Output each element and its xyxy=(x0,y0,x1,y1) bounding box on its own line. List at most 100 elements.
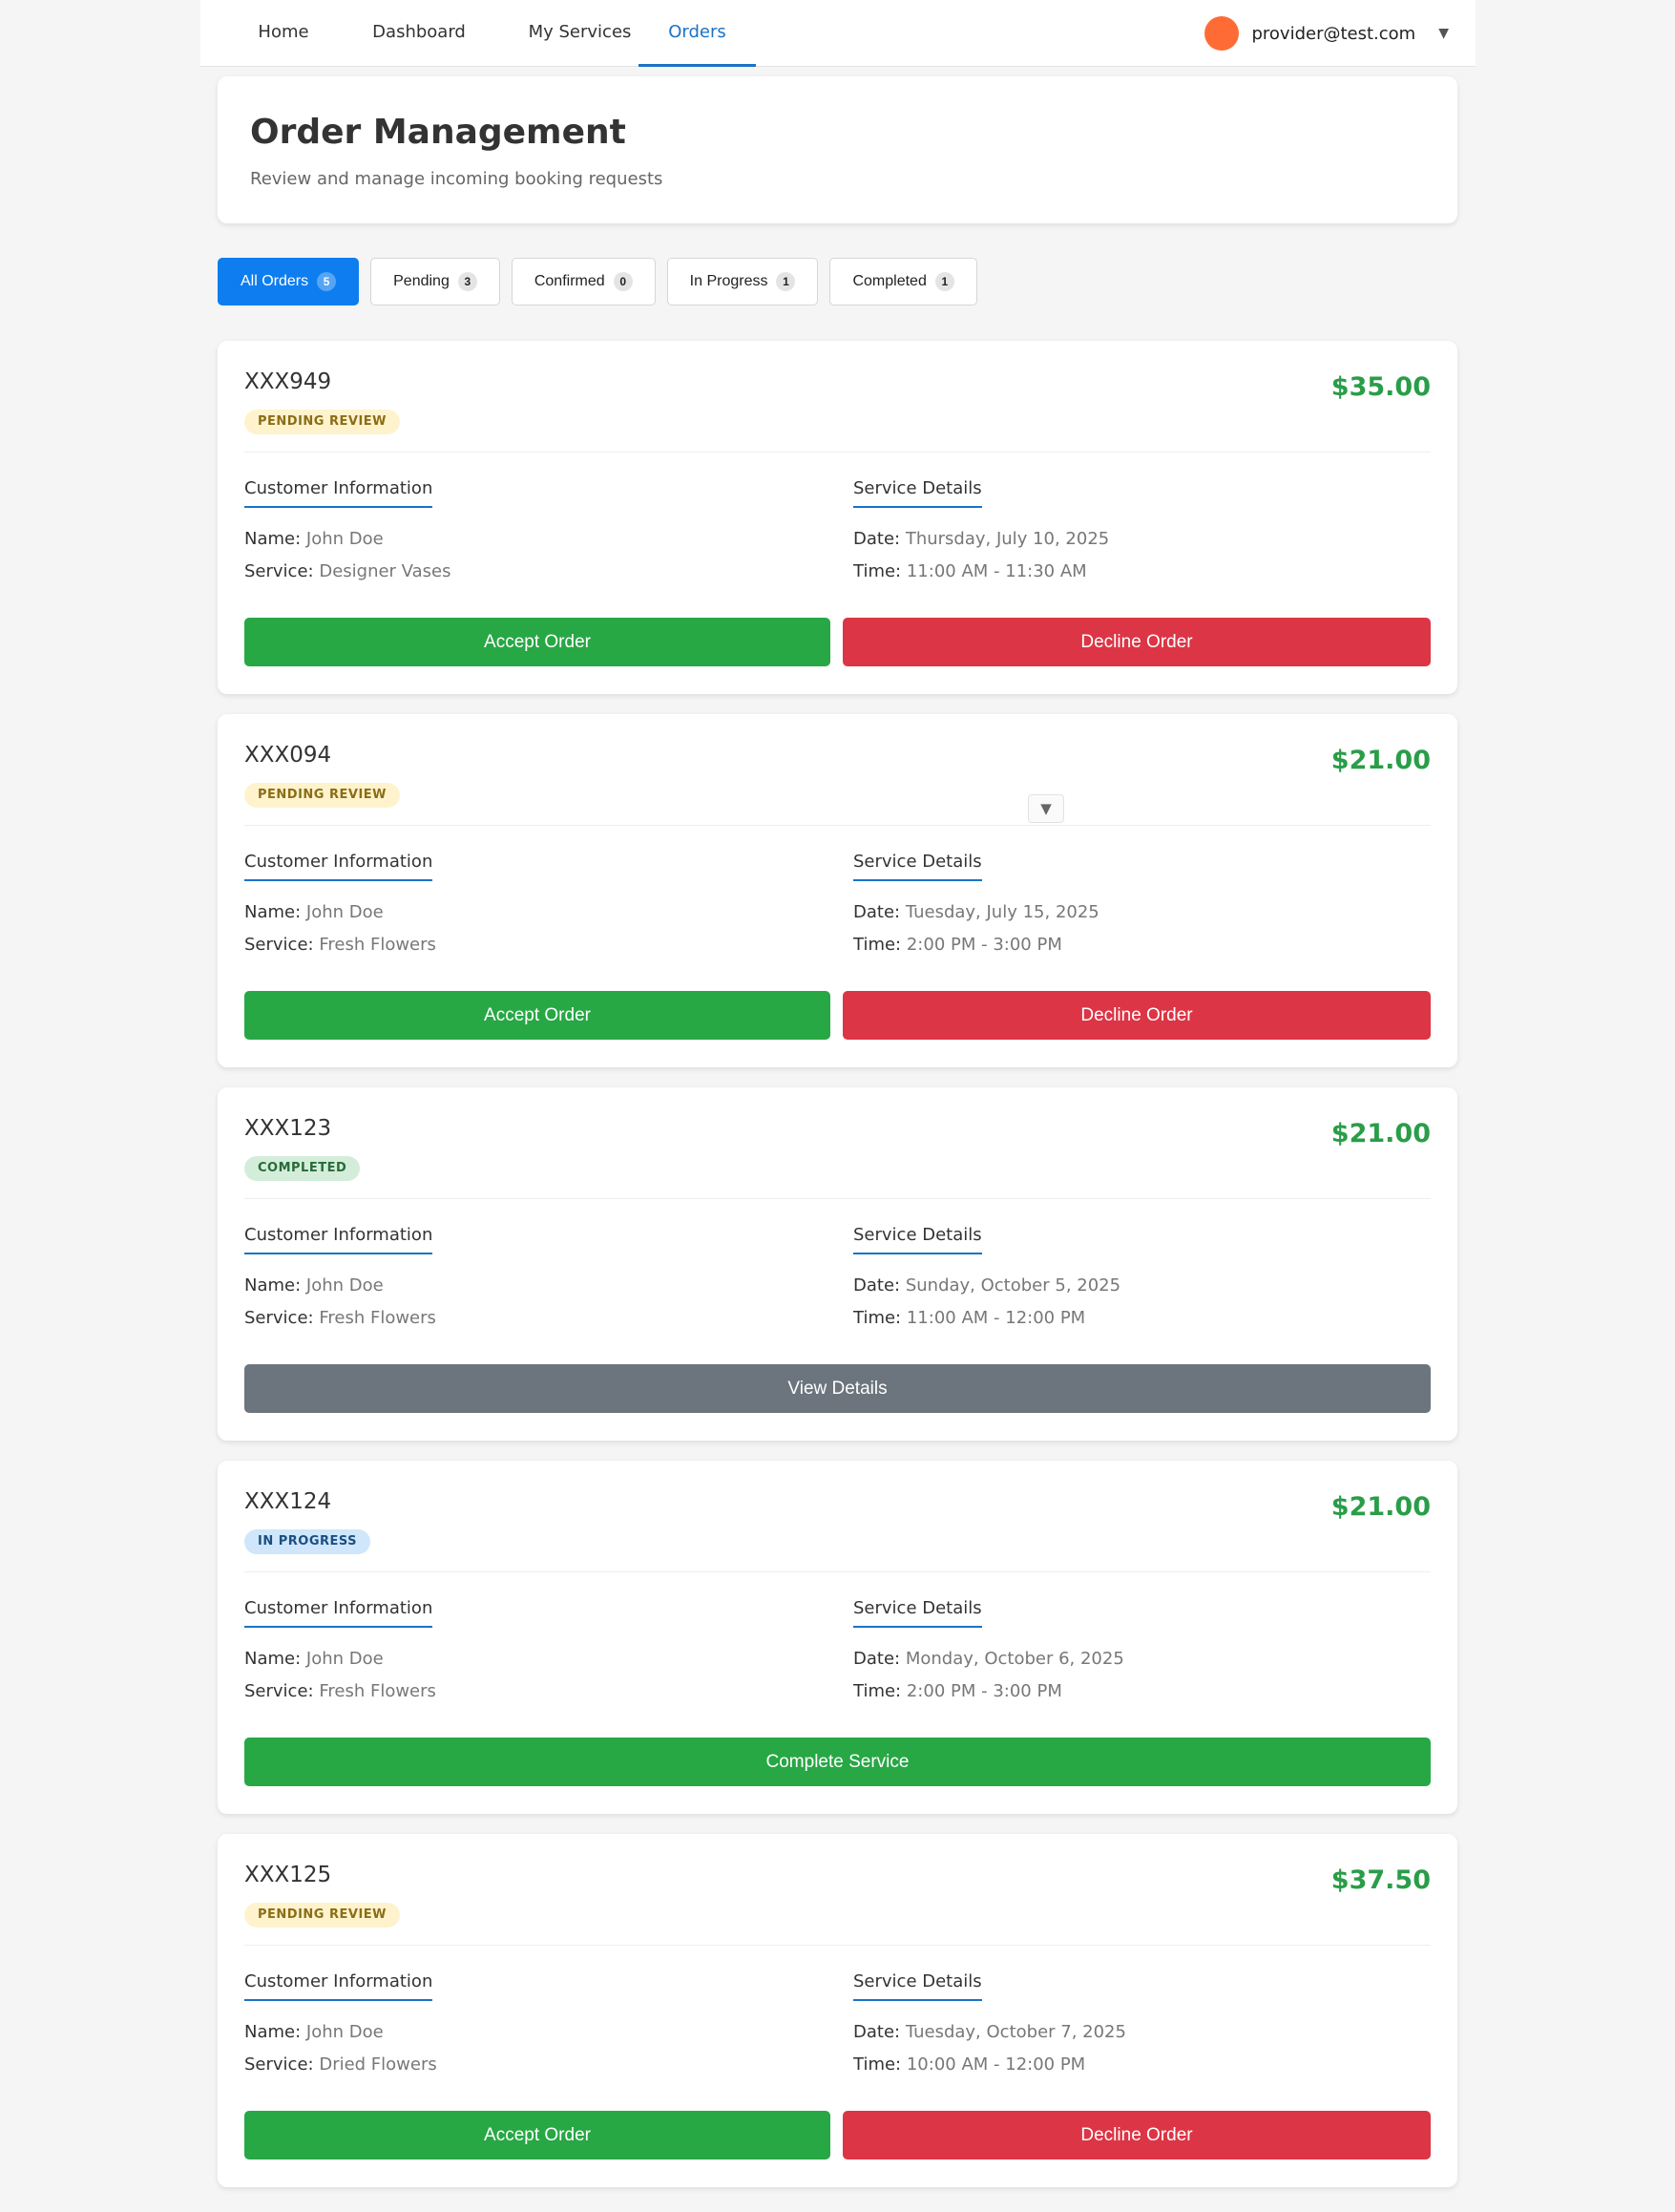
page-title: Order Management xyxy=(250,113,626,152)
customer-info-heading: Customer Information xyxy=(244,852,433,881)
customer-service: Service: Dried Flowers xyxy=(244,2054,437,2075)
order-price: $21.00 xyxy=(1330,746,1431,775)
card-divider xyxy=(244,825,1431,826)
tab-count-badge: 5 xyxy=(317,272,337,291)
name-value: John Doe xyxy=(305,1275,384,1296)
decline-order-button[interactable]: Decline Order xyxy=(843,618,1431,666)
status-badge: IN PROGRESS xyxy=(244,1529,371,1554)
tab-label: In Progress xyxy=(689,273,768,289)
complete-service-button[interactable]: Complete Service xyxy=(244,1738,1431,1786)
date-value: Sunday, October 5, 2025 xyxy=(905,1275,1121,1296)
time-label: Time: xyxy=(853,935,902,955)
date-value: Tuesday, October 7, 2025 xyxy=(905,2022,1126,2042)
date-label: Date: xyxy=(853,1275,901,1296)
name-value: John Doe xyxy=(305,529,384,549)
nav-orders[interactable]: Orders xyxy=(639,0,756,67)
avatar xyxy=(1204,16,1240,51)
order-price: $37.50 xyxy=(1330,1865,1431,1895)
customer-info-heading: Customer Information xyxy=(244,1225,433,1254)
name-value: John Doe xyxy=(305,902,384,922)
customer-service: Service: Fresh Flowers xyxy=(244,1681,436,1701)
card-divider xyxy=(244,1198,1431,1199)
service-label: Service: xyxy=(244,1308,314,1328)
service-time: Time: 10:00 AM - 12:00 PM xyxy=(853,2054,1085,2075)
service-date: Date: Tuesday, October 7, 2025 xyxy=(853,2022,1126,2042)
name-label: Name: xyxy=(244,2022,302,2042)
time-value: 11:00 AM - 12:00 PM xyxy=(906,1308,1086,1328)
customer-service: Service: Fresh Flowers xyxy=(244,935,436,955)
tab-completed[interactable]: Completed 1 xyxy=(829,258,977,305)
service-value: Fresh Flowers xyxy=(319,935,436,955)
customer-info-heading: Customer Information xyxy=(244,478,433,508)
date-label: Date: xyxy=(853,902,901,922)
service-value: Fresh Flowers xyxy=(319,1308,436,1328)
name-label: Name: xyxy=(244,529,302,549)
time-value: 2:00 PM - 3:00 PM xyxy=(906,935,1062,955)
order-card: XXX125 $37.50 PENDING REVIEW Customer In… xyxy=(218,1834,1457,2187)
order-card: XXX094 $21.00 PENDING REVIEW Customer In… xyxy=(218,714,1457,1067)
card-divider xyxy=(244,1571,1431,1572)
order-card: XXX124 $21.00 IN PROGRESS Customer Infor… xyxy=(218,1461,1457,1814)
tab-confirmed[interactable]: Confirmed 0 xyxy=(511,258,656,305)
user-menu[interactable]: provider@test.com ▼ xyxy=(1204,16,1449,51)
order-price: $21.00 xyxy=(1330,1492,1431,1522)
customer-name: Name: John Doe xyxy=(244,2022,384,2042)
customer-name: Name: John Doe xyxy=(244,902,384,922)
tab-pending[interactable]: Pending 3 xyxy=(370,258,500,305)
service-time: Time: 11:00 AM - 12:00 PM xyxy=(853,1308,1085,1328)
date-value: Thursday, July 10, 2025 xyxy=(905,529,1110,549)
customer-info-heading: Customer Information xyxy=(244,1971,433,2001)
nav-home[interactable]: Home xyxy=(255,0,312,66)
chevron-down-icon[interactable]: ▼ xyxy=(1438,26,1449,41)
service-details-heading: Service Details xyxy=(853,1971,982,2001)
order-id: XXX123 xyxy=(244,1116,332,1141)
view-details-button[interactable]: View Details xyxy=(244,1364,1431,1413)
customer-info-heading: Customer Information xyxy=(244,1598,433,1628)
tab-all-orders[interactable]: All Orders 5 xyxy=(218,258,360,305)
time-label: Time: xyxy=(853,2054,902,2075)
service-label: Service: xyxy=(244,1681,314,1701)
service-value: Fresh Flowers xyxy=(319,1681,436,1701)
order-card: XXX949 $35.00 PENDING REVIEW Customer In… xyxy=(218,341,1457,694)
order-filter-tabs: All Orders 5 Pending 3 Confirmed 0 In Pr… xyxy=(218,258,977,305)
app-container: Home Dashboard My Services Orders provid… xyxy=(200,0,1476,2212)
service-time: Time: 11:00 AM - 11:30 AM xyxy=(853,561,1087,581)
name-label: Name: xyxy=(244,902,302,922)
page-header: Order Management Review and manage incom… xyxy=(218,76,1457,223)
service-date: Date: Monday, October 6, 2025 xyxy=(853,1649,1124,1669)
decline-order-button[interactable]: Decline Order xyxy=(843,2111,1431,2159)
nav-dashboard[interactable]: Dashboard xyxy=(366,0,471,66)
service-time: Time: 2:00 PM - 3:00 PM xyxy=(853,935,1062,955)
tab-label: Completed xyxy=(852,273,927,289)
scroll-down-icon[interactable]: ▼ xyxy=(1028,794,1064,823)
tab-in-progress[interactable]: In Progress 1 xyxy=(666,258,819,305)
tab-label: Confirmed xyxy=(534,273,605,289)
customer-name: Name: John Doe xyxy=(244,529,384,549)
order-card: XXX123 $21.00 COMPLETED Customer Informa… xyxy=(218,1087,1457,1441)
name-value: John Doe xyxy=(305,2022,384,2042)
card-divider xyxy=(244,1945,1431,1946)
time-label: Time: xyxy=(853,1308,902,1328)
accept-order-button[interactable]: Accept Order xyxy=(244,991,830,1040)
name-label: Name: xyxy=(244,1649,302,1669)
service-label: Service: xyxy=(244,561,314,581)
accept-order-button[interactable]: Accept Order xyxy=(244,618,830,666)
decline-order-button[interactable]: Decline Order xyxy=(843,991,1431,1040)
service-details-heading: Service Details xyxy=(853,852,982,881)
time-label: Time: xyxy=(853,561,902,581)
customer-name: Name: John Doe xyxy=(244,1275,384,1296)
accept-order-button[interactable]: Accept Order xyxy=(244,2111,830,2159)
tab-label: Pending xyxy=(393,273,450,289)
time-value: 11:00 AM - 11:30 AM xyxy=(906,561,1087,581)
service-value: Dried Flowers xyxy=(319,2054,437,2075)
name-value: John Doe xyxy=(305,1649,384,1669)
time-label: Time: xyxy=(853,1681,902,1701)
date-value: Tuesday, July 15, 2025 xyxy=(905,902,1099,922)
status-badge: PENDING REVIEW xyxy=(244,1903,401,1928)
order-id: XXX125 xyxy=(244,1863,332,1887)
service-date: Date: Thursday, July 10, 2025 xyxy=(853,529,1109,549)
nav-my-services[interactable]: My Services xyxy=(515,0,644,66)
service-label: Service: xyxy=(244,935,314,955)
service-details-heading: Service Details xyxy=(853,1225,982,1254)
name-label: Name: xyxy=(244,1275,302,1296)
